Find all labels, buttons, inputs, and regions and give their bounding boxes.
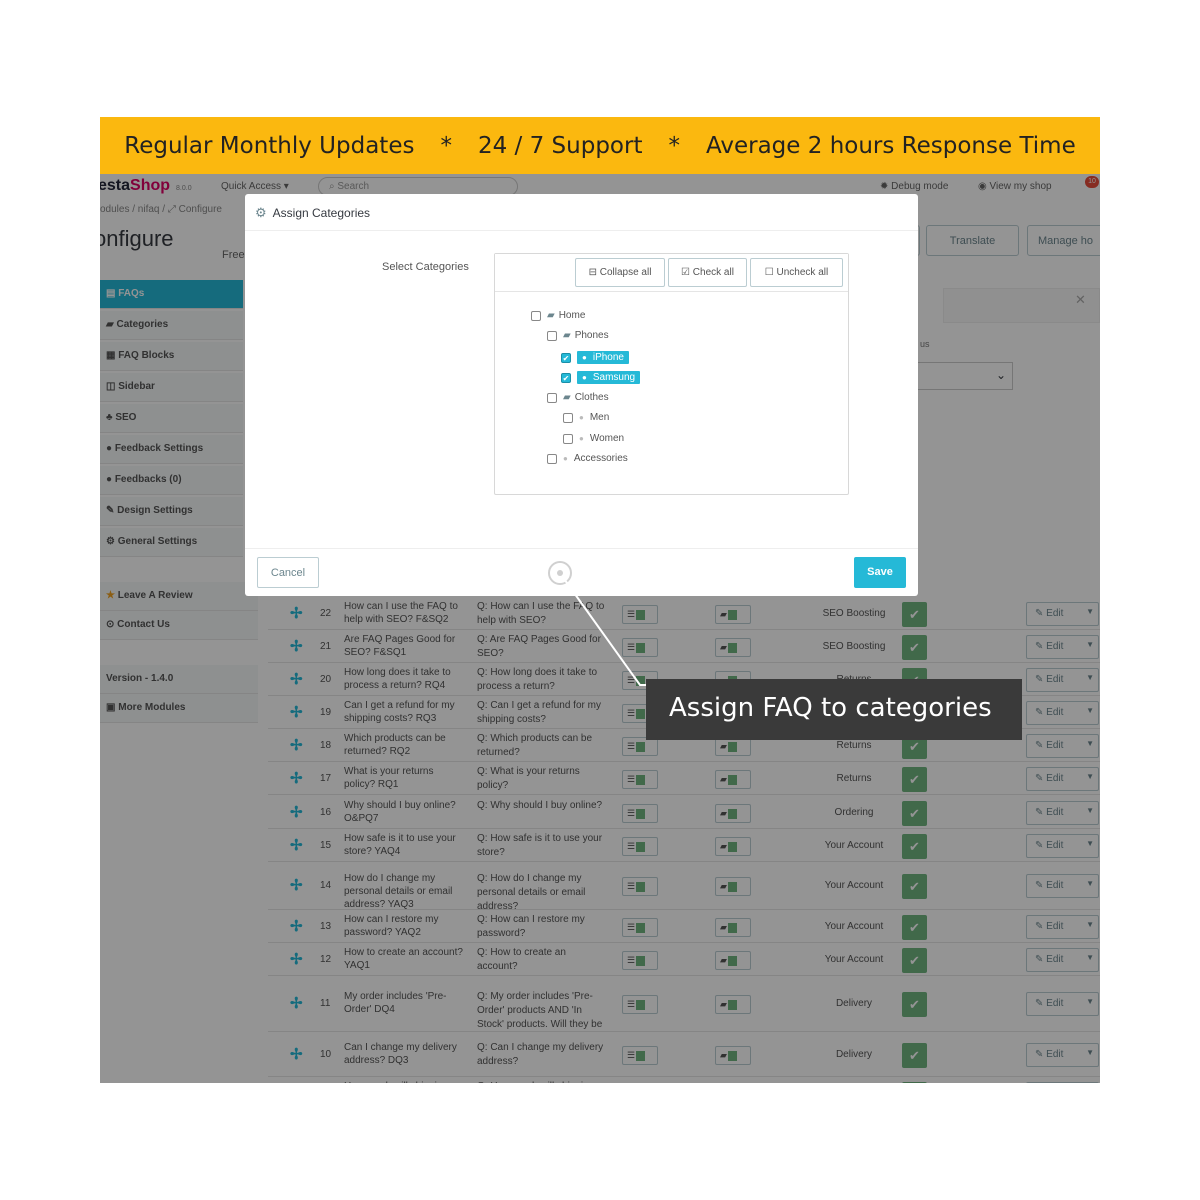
banner-item: Average 2 hours Response Time: [705, 132, 1076, 159]
banner-separator: *: [440, 132, 452, 159]
banner-separator: *: [668, 132, 680, 159]
admin-app: estaShop 8.0.0 Quick Access ▾ ⌕ Search ✹ …: [100, 174, 1100, 1083]
promo-banner: Regular Monthly Updates * 24 / 7 Support…: [100, 117, 1100, 174]
banner-item: 24 / 7 Support: [477, 132, 643, 159]
callout-pointer: [548, 561, 1022, 686]
banner-item: Regular Monthly Updates: [124, 132, 415, 159]
screenshot-frame: Regular Monthly Updates * 24 / 7 Support…: [100, 117, 1100, 1083]
callout-label: Assign FAQ to categories: [646, 679, 1022, 740]
